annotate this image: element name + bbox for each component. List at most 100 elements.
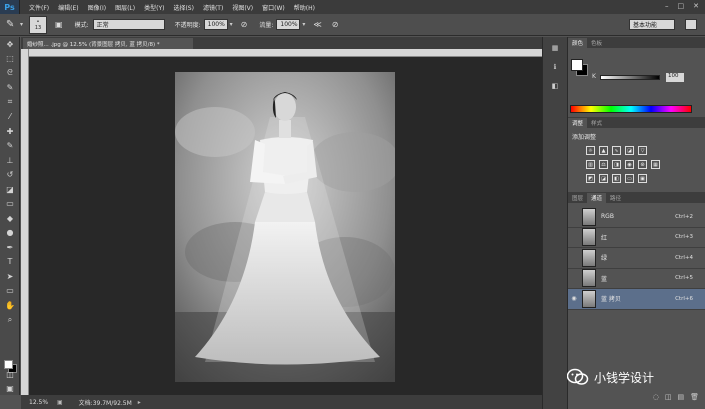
panel-fg-swatch[interactable] bbox=[571, 59, 583, 71]
color-balance-icon[interactable]: ⚖ bbox=[599, 160, 608, 169]
type-icon[interactable]: T bbox=[0, 255, 20, 270]
hand-icon[interactable]: ✋ bbox=[0, 298, 20, 313]
tab-layers[interactable]: 图层 bbox=[568, 193, 587, 203]
blur-icon[interactable]: ◆ bbox=[0, 211, 20, 226]
history-panel-icon[interactable]: ▦ bbox=[545, 40, 565, 56]
save-selection-icon[interactable]: ◫ bbox=[665, 393, 672, 401]
delete-channel-icon[interactable]: 🗑 bbox=[690, 393, 699, 401]
eye-icon[interactable]: ◉ bbox=[568, 293, 580, 305]
visibility-toggle[interactable] bbox=[568, 252, 580, 264]
dodge-icon[interactable]: ● bbox=[0, 226, 20, 241]
color-spectrum[interactable] bbox=[570, 105, 692, 113]
canvas-area[interactable] bbox=[29, 57, 542, 395]
stamp-icon[interactable]: ⊥ bbox=[0, 153, 20, 168]
visibility-toggle[interactable] bbox=[568, 231, 580, 243]
channel-row-red[interactable]: 红 Ctrl+3 bbox=[568, 228, 705, 248]
document-tab[interactable]: 婚纱照... .jpg @ 12.5% (背景图层 拷贝, 蓝 拷贝/8) * bbox=[23, 38, 193, 49]
brush-icon[interactable]: ✎ bbox=[0, 139, 20, 154]
gradient-map-icon[interactable]: ▭ bbox=[625, 174, 634, 183]
opacity-dropdown-icon[interactable]: ▾ bbox=[230, 21, 233, 28]
vibrance-icon[interactable]: ▽ bbox=[638, 146, 647, 155]
channel-row-green[interactable]: 绿 Ctrl+4 bbox=[568, 248, 705, 269]
workspace-menu-icon[interactable] bbox=[685, 19, 697, 30]
mode-select[interactable]: 正常 bbox=[92, 19, 165, 30]
channel-row-rgb[interactable]: RGB Ctrl+2 bbox=[568, 207, 705, 228]
exposure-icon[interactable]: ◪ bbox=[625, 146, 634, 155]
selective-color-icon[interactable]: ▣ bbox=[638, 174, 647, 183]
load-selection-icon[interactable]: ◌ bbox=[653, 393, 659, 401]
pressure-opacity-icon[interactable]: ⊘ bbox=[241, 20, 248, 29]
foreground-color-swatch[interactable] bbox=[4, 360, 13, 369]
gray-slider[interactable] bbox=[600, 75, 660, 80]
pressure-size-icon[interactable]: ⊘ bbox=[332, 20, 339, 29]
threshold-icon[interactable]: ◧ bbox=[612, 174, 621, 183]
brush-tool-icon[interactable]: ✎ bbox=[6, 19, 20, 30]
tab-styles[interactable]: 样式 bbox=[587, 118, 606, 128]
menu-edit[interactable]: 编辑(E) bbox=[58, 3, 78, 12]
brush-size-picker[interactable]: • 13 bbox=[29, 15, 48, 34]
quick-select-icon[interactable]: ✎ bbox=[0, 81, 20, 96]
menu-type[interactable]: 类型(Y) bbox=[144, 3, 164, 12]
channel-row-blue-copy[interactable]: ◉ 蓝 拷贝 Ctrl+6 bbox=[568, 289, 705, 310]
menu-help[interactable]: 帮助(H) bbox=[294, 3, 315, 12]
brightness-icon[interactable]: ☼ bbox=[586, 146, 595, 155]
minimize-button[interactable]: – bbox=[665, 2, 669, 10]
tab-adjustments[interactable]: 调整 bbox=[568, 118, 588, 128]
path-select-icon[interactable]: ➤ bbox=[0, 269, 20, 284]
vertical-ruler[interactable] bbox=[21, 49, 29, 395]
black-white-icon[interactable]: ◨ bbox=[612, 160, 621, 169]
new-channel-icon[interactable]: ▤ bbox=[677, 393, 684, 401]
move-icon[interactable]: ✥ bbox=[0, 37, 20, 52]
marquee-icon[interactable]: ⬚ bbox=[0, 52, 20, 67]
tab-paths[interactable]: 路径 bbox=[606, 193, 625, 203]
tab-color[interactable]: 颜色 bbox=[568, 38, 588, 48]
lasso-icon[interactable]: ᘓ bbox=[0, 66, 20, 81]
airbrush-icon[interactable]: ≪ bbox=[313, 20, 321, 29]
status-arrow-icon[interactable]: ▸ bbox=[138, 399, 141, 406]
photo-filter-icon[interactable]: ◉ bbox=[625, 160, 634, 169]
eraser-icon[interactable]: ◪ bbox=[0, 182, 20, 197]
color-lookup-icon[interactable]: ▦ bbox=[651, 160, 660, 169]
menu-select[interactable]: 选择(S) bbox=[173, 3, 194, 12]
crop-icon[interactable]: ⌗ bbox=[0, 95, 20, 110]
properties-panel-icon[interactable]: ℹ bbox=[545, 59, 565, 75]
eyedropper-icon[interactable]: ⁄ bbox=[0, 110, 20, 125]
healing-icon[interactable]: ✚ bbox=[0, 124, 20, 139]
menu-view[interactable]: 视图(V) bbox=[232, 3, 253, 12]
invert-icon[interactable]: ◩ bbox=[586, 174, 595, 183]
channel-row-blue[interactable]: 蓝 Ctrl+5 bbox=[568, 269, 705, 289]
color-value-field[interactable]: 100 bbox=[666, 73, 684, 82]
gradient-icon[interactable]: ▭ bbox=[0, 197, 20, 212]
menu-image[interactable]: 图像(I) bbox=[88, 3, 106, 12]
opacity-input[interactable]: 100% bbox=[203, 19, 228, 30]
status-icon[interactable]: ▣ bbox=[57, 399, 63, 406]
flow-dropdown-icon[interactable]: ▾ bbox=[302, 21, 305, 28]
visibility-toggle[interactable] bbox=[568, 272, 580, 284]
brush-panel-icon[interactable]: ▣ bbox=[55, 20, 63, 29]
flow-input[interactable]: 100% bbox=[276, 19, 301, 30]
pen-icon[interactable]: ✒ bbox=[0, 240, 20, 255]
workspace-select[interactable]: 基本功能 bbox=[629, 19, 675, 30]
menu-window[interactable]: 窗口(W) bbox=[262, 3, 285, 12]
zoom-icon[interactable]: ⌕ bbox=[0, 313, 20, 328]
quick-mask-icon[interactable]: ◫ bbox=[0, 367, 20, 382]
menu-filter[interactable]: 滤镜(T) bbox=[203, 3, 223, 12]
hue-sat-icon[interactable]: ▥ bbox=[586, 160, 595, 169]
dropdown-arrow-icon[interactable]: ▾ bbox=[20, 21, 23, 28]
screen-mode-icon[interactable]: ▣ bbox=[0, 381, 20, 396]
levels-icon[interactable]: ▲ bbox=[599, 146, 608, 155]
menu-layer[interactable]: 图层(L) bbox=[115, 3, 135, 12]
visibility-toggle[interactable] bbox=[568, 211, 580, 223]
tab-swatches[interactable]: 色板 bbox=[587, 38, 606, 48]
zoom-level[interactable]: 12.5% bbox=[29, 399, 53, 406]
close-button[interactable]: ✕ bbox=[693, 2, 699, 10]
shape-icon[interactable]: ▭ bbox=[0, 284, 20, 299]
history-brush-icon[interactable]: ↺ bbox=[0, 168, 20, 183]
tab-channels[interactable]: 通道 bbox=[587, 193, 607, 203]
curves-icon[interactable]: ∿ bbox=[612, 146, 621, 155]
posterize-icon[interactable]: ◪ bbox=[599, 174, 608, 183]
maximize-button[interactable]: □ bbox=[678, 2, 685, 10]
adjust-panel-icon[interactable]: ◧ bbox=[545, 78, 565, 94]
channel-mixer-icon[interactable]: ⊛ bbox=[638, 160, 647, 169]
horizontal-ruler[interactable] bbox=[29, 49, 542, 57]
